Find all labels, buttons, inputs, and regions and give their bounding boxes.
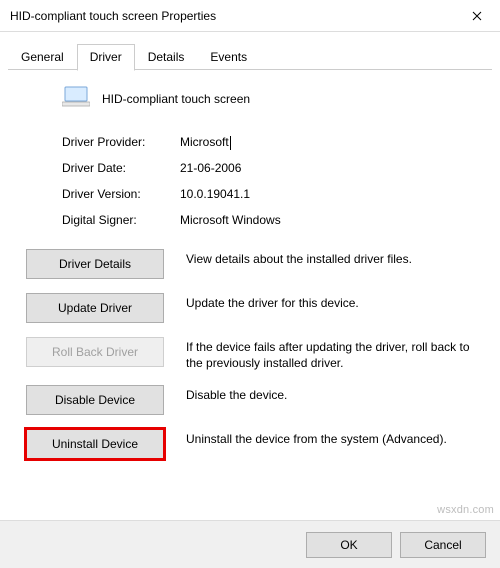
tab-label: Driver (90, 50, 122, 64)
action-disable-device: Disable Device Disable the device. (26, 385, 474, 415)
button-label: Disable Device (55, 393, 135, 407)
ok-button[interactable]: OK (306, 532, 392, 558)
watermark: wsxdn.com (437, 504, 494, 516)
cancel-button[interactable]: Cancel (400, 532, 486, 558)
button-label: Update Driver (58, 301, 132, 315)
close-icon (472, 9, 482, 23)
device-name: HID-compliant touch screen (102, 92, 250, 106)
roll-back-driver-desc: If the device fails after updating the d… (186, 337, 474, 371)
close-button[interactable] (454, 0, 500, 32)
uninstall-device-button[interactable]: Uninstall Device (26, 429, 164, 459)
action-roll-back-driver: Roll Back Driver If the device fails aft… (26, 337, 474, 371)
device-icon (62, 86, 90, 111)
driver-info: Driver Provider: Microsoft Driver Date: … (62, 135, 474, 227)
title-bar: HID-compliant touch screen Properties (0, 0, 500, 32)
provider-value: Microsoft (180, 135, 229, 149)
roll-back-driver-button: Roll Back Driver (26, 337, 164, 367)
device-header: HID-compliant touch screen (62, 86, 474, 111)
action-driver-details: Driver Details View details about the in… (26, 249, 474, 279)
date-value: 21-06-2006 (180, 161, 241, 175)
dialog-footer: OK Cancel (0, 520, 500, 568)
tab-general[interactable]: General (8, 44, 77, 70)
tab-content: HID-compliant touch screen Driver Provid… (0, 70, 500, 483)
version-label: Driver Version: (62, 187, 180, 201)
tab-strip: General Driver Details Events (0, 32, 500, 70)
date-label: Driver Date: (62, 161, 180, 175)
provider-label: Driver Provider: (62, 135, 180, 149)
tab-driver[interactable]: Driver (77, 44, 135, 71)
tab-label: Events (210, 50, 247, 64)
window-title: HID-compliant touch screen Properties (10, 9, 216, 23)
update-driver-desc: Update the driver for this device. (186, 293, 474, 311)
button-label: Uninstall Device (52, 437, 138, 451)
driver-details-desc: View details about the installed driver … (186, 249, 474, 267)
disable-device-button[interactable]: Disable Device (26, 385, 164, 415)
button-label: Driver Details (59, 257, 131, 271)
update-driver-button[interactable]: Update Driver (26, 293, 164, 323)
signer-value: Microsoft Windows (180, 213, 281, 227)
tab-label: Details (148, 50, 185, 64)
signer-label: Digital Signer: (62, 213, 180, 227)
button-label: Cancel (424, 538, 461, 552)
driver-details-button[interactable]: Driver Details (26, 249, 164, 279)
action-uninstall-device: Uninstall Device Uninstall the device fr… (26, 429, 474, 459)
button-label: OK (340, 538, 357, 552)
tab-label: General (21, 50, 64, 64)
version-value: 10.0.19041.1 (180, 187, 250, 201)
tab-details[interactable]: Details (135, 44, 198, 70)
action-update-driver: Update Driver Update the driver for this… (26, 293, 474, 323)
disable-device-desc: Disable the device. (186, 385, 474, 403)
tab-events[interactable]: Events (197, 44, 260, 70)
uninstall-device-desc: Uninstall the device from the system (Ad… (186, 429, 474, 447)
button-label: Roll Back Driver (52, 345, 138, 359)
